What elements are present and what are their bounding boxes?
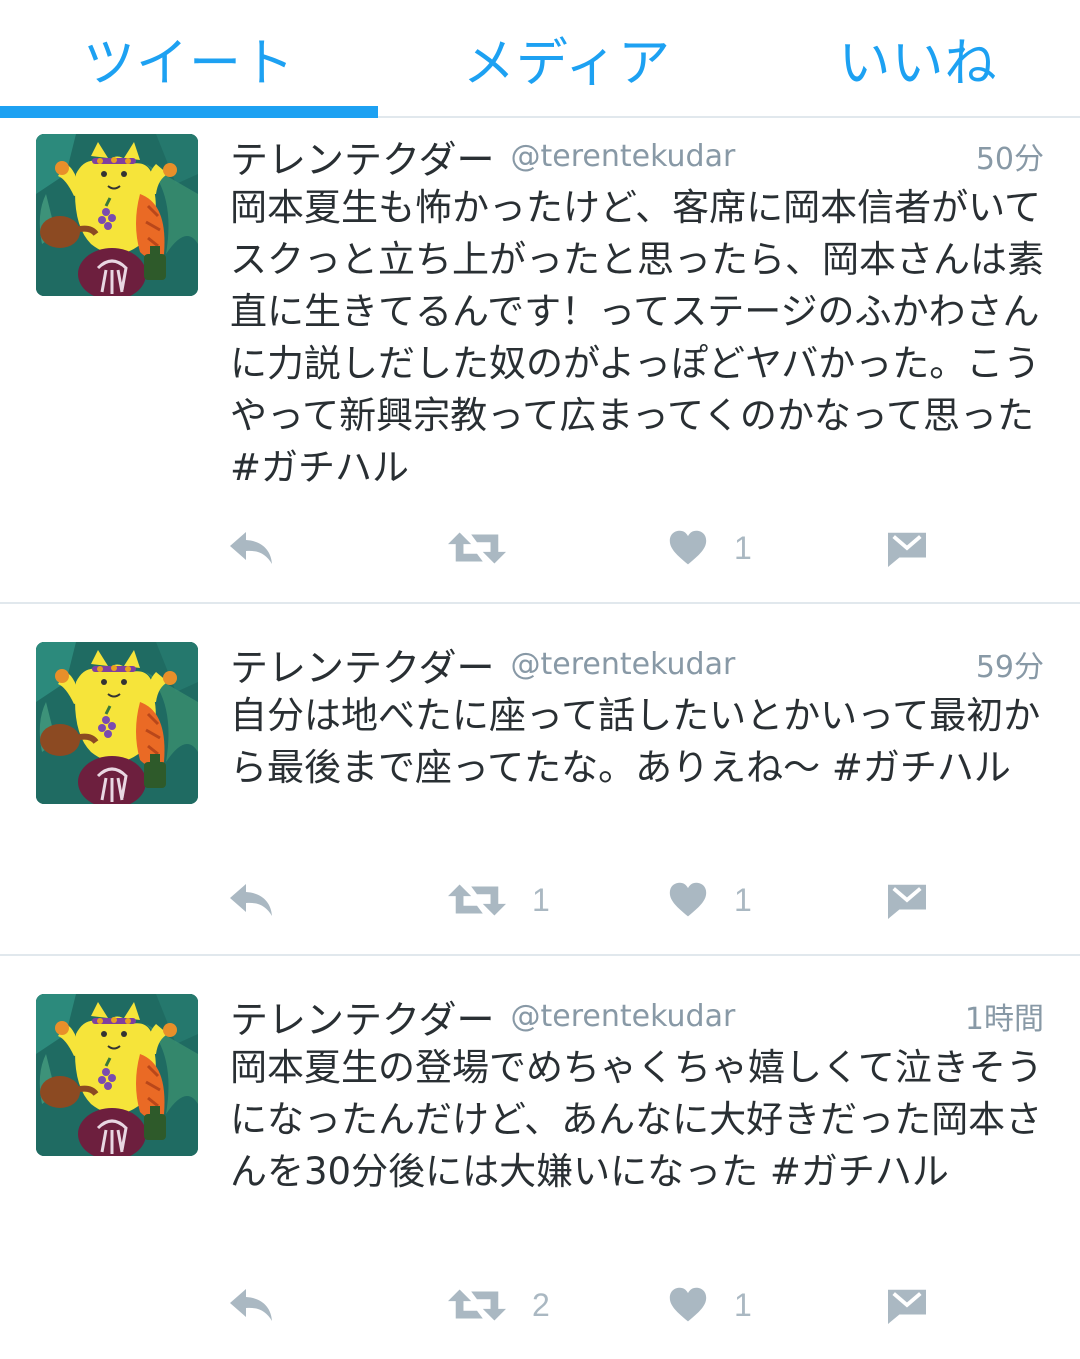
user-handle[interactable]: @terentekudar xyxy=(510,999,735,1034)
reply-button[interactable] xyxy=(228,875,276,925)
retweet-button[interactable]: 2 xyxy=(448,1280,550,1330)
tweet-actions: 1 xyxy=(228,523,948,573)
tab-media[interactable]: メディア xyxy=(378,0,756,116)
tab-tweets[interactable]: ツイート xyxy=(0,0,378,116)
reply-button[interactable] xyxy=(228,523,276,573)
avatar[interactable] xyxy=(36,642,198,804)
retweet-count: 2 xyxy=(532,1286,550,1323)
like-button[interactable]: 1 xyxy=(668,875,752,925)
tab-likes[interactable]: いいね xyxy=(756,0,1080,116)
tweet-actions: 2 1 xyxy=(228,1280,948,1330)
retweet-count: 1 xyxy=(532,881,550,918)
heart-icon xyxy=(668,1286,708,1324)
like-button[interactable]: 1 xyxy=(668,523,752,573)
direct-message-button[interactable] xyxy=(886,1280,928,1330)
reply-icon xyxy=(228,880,276,920)
tweet-text: 自分は地べたに座って話したいとかいって最初から最後まで座ってたな。ありえね〜 #… xyxy=(230,694,1041,789)
reply-button[interactable] xyxy=(228,1280,276,1330)
reply-icon xyxy=(228,528,276,568)
like-count: 1 xyxy=(734,1286,752,1323)
retweet-icon xyxy=(448,880,506,920)
like-count: 1 xyxy=(734,529,752,566)
user-handle[interactable]: @terentekudar xyxy=(510,139,735,174)
avatar[interactable] xyxy=(36,994,198,1156)
retweet-icon xyxy=(448,1285,506,1325)
display-name[interactable]: テレンテクダー xyxy=(230,637,494,692)
direct-message-button[interactable] xyxy=(886,523,928,573)
tweet-item[interactable]: テレンテクダー @terentekudar 50分 岡本夏生も怖かったけど、客席… xyxy=(0,118,1080,604)
active-tab-indicator xyxy=(0,106,378,118)
retweet-button[interactable] xyxy=(448,523,532,573)
avatar[interactable] xyxy=(36,134,198,296)
like-button[interactable]: 1 xyxy=(668,1280,752,1330)
reply-icon xyxy=(228,1285,276,1325)
tweet-timestamp: 59分 xyxy=(975,650,1044,685)
tweet-actions: 1 1 xyxy=(228,875,948,925)
tweet-timestamp: 50分 xyxy=(975,142,1044,177)
tweet-item[interactable]: テレンテクダー @terentekudar 59分 自分は地べたに座って話したい… xyxy=(0,604,1080,956)
display-name[interactable]: テレンテクダー xyxy=(230,989,494,1044)
user-handle[interactable]: @terentekudar xyxy=(510,647,735,682)
tweet-header: テレンテクダー @terentekudar 1時間 xyxy=(230,990,1044,1042)
direct-message-icon xyxy=(886,1286,928,1324)
direct-message-icon xyxy=(886,529,928,567)
retweet-icon xyxy=(448,528,506,568)
heart-icon xyxy=(668,881,708,919)
heart-icon xyxy=(668,529,708,567)
tweet-item[interactable]: テレンテクダー @terentekudar 1時間 岡本夏生の登場でめちゃくちゃ… xyxy=(0,956,1080,1359)
retweet-button[interactable]: 1 xyxy=(448,875,550,925)
display-name[interactable]: テレンテクダー xyxy=(230,129,494,184)
tweet-text: 岡本夏生の登場でめちゃくちゃ嬉しくて泣きそうになったんだけど、あんなに大好きだっ… xyxy=(230,1046,1043,1193)
like-count: 1 xyxy=(734,881,752,918)
tweet-text: 岡本夏生も怖かったけど、客席に岡本信者がいてスクっと立ち上がったと思ったら、岡本… xyxy=(230,186,1046,489)
tab-bar: ツイート メディア いいね xyxy=(0,0,1080,118)
tweet-header: テレンテクダー @terentekudar 59分 xyxy=(230,638,1044,690)
direct-message-icon xyxy=(886,881,928,919)
direct-message-button[interactable] xyxy=(886,875,928,925)
tweet-header: テレンテクダー @terentekudar 50分 xyxy=(230,130,1044,182)
tweet-timestamp: 1時間 xyxy=(964,1002,1044,1037)
